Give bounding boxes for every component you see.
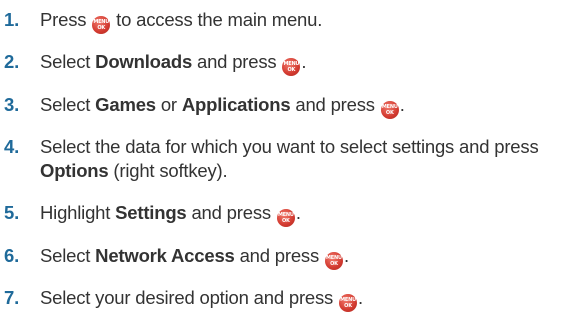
step-text: Select the data for which you want to se… — [40, 135, 575, 183]
step-number: 3. — [4, 94, 20, 115]
step-4: 4. Select the data for which you want to… — [0, 135, 575, 183]
menu-option-network-access: Network Access — [95, 245, 235, 266]
step-3: 3. Select Games or Applications and pres… — [0, 93, 405, 119]
step-text: Select Network Access and press MENU OK. — [40, 244, 349, 270]
step-text-end: . — [301, 51, 307, 72]
menu-ok-key-icon: MENU OK — [339, 294, 358, 312]
step-text: Select Games or Applications and press M… — [40, 93, 405, 119]
step-text: Highlight Settings and press MENU OK. — [40, 201, 301, 227]
step-7: 7. Select your desired option and press … — [0, 286, 363, 312]
step-6: 6. Select Network Access and press MENU O… — [0, 244, 349, 270]
step-number: 1. — [4, 9, 20, 30]
step-text: Press MENU OK to access the main menu. — [40, 8, 322, 34]
step-text-part: Press — [40, 9, 92, 30]
step-text-part: Select your desired option and press — [40, 287, 339, 308]
step-2: 2. Select Downloads and press MENU OK. — [0, 50, 307, 76]
step-text-part: to access the main menu. — [111, 9, 323, 30]
step-text-part: or — [155, 94, 182, 115]
key-label-bottom: OK — [344, 303, 352, 309]
menu-ok-key-icon: MENU OK — [380, 101, 399, 119]
step-number: 4. — [4, 136, 20, 157]
step-text: Select your desired option and press MEN… — [40, 286, 363, 312]
step-text-part: Select the data for which you want to se… — [40, 136, 539, 157]
step-text-part: and press — [186, 202, 276, 223]
step-number: 5. — [4, 202, 20, 223]
step-text-end: . — [358, 287, 363, 308]
step-text-part: Select — [40, 51, 96, 72]
step-text: Select Downloads and press MENU OK. — [40, 50, 307, 76]
step-number: 7. — [4, 287, 20, 308]
menu-option-applications: Applications — [181, 94, 291, 115]
menu-option-downloads: Downloads — [95, 51, 193, 72]
step-text-part: and press — [290, 94, 380, 115]
menu-ok-key-icon: MENU OK — [324, 252, 343, 270]
step-number: 2. — [4, 51, 20, 72]
step-text-end: . — [399, 94, 405, 115]
key-label-bottom: OK — [97, 25, 106, 31]
step-text-part: and press — [234, 245, 324, 266]
step-text-part: and press — [192, 51, 282, 72]
key-label-bottom: OK — [287, 67, 296, 73]
step-number: 6. — [4, 245, 20, 266]
menu-option-games: Games — [95, 94, 156, 115]
key-label-bottom: OK — [330, 261, 338, 267]
step-text-part: Select — [40, 94, 96, 115]
step-text-end: . — [343, 245, 349, 266]
softkey-options: Options — [40, 160, 109, 181]
step-5: 5. Highlight Settings and press MENU OK. — [0, 201, 301, 227]
step-1: 1. Press MENU OK to access the main menu. — [0, 8, 322, 34]
menu-ok-key-icon: MENU OK — [276, 209, 295, 227]
menu-option-settings: Settings — [115, 202, 187, 223]
menu-ok-key-icon: MENU OK — [282, 58, 301, 76]
key-label-bottom: OK — [281, 218, 290, 224]
step-text-part: Select — [40, 245, 96, 266]
menu-ok-key-icon: MENU OK — [92, 16, 111, 34]
step-text-end: . — [295, 202, 301, 223]
step-text-part: (right softkey). — [108, 160, 228, 181]
step-text-part: Highlight — [40, 202, 116, 223]
key-label-bottom: OK — [385, 110, 394, 116]
